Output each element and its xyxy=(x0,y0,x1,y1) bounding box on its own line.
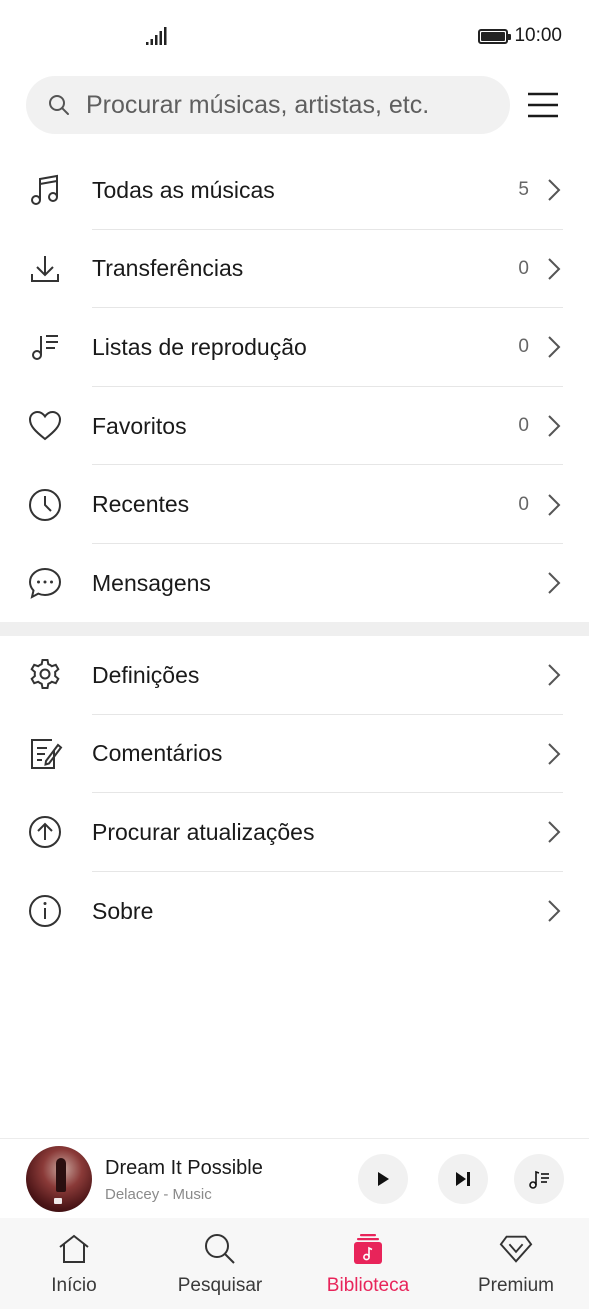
list-item-label: Procurar atualizações xyxy=(92,818,315,845)
search-placeholder: Procurar músicas, artistas, etc. xyxy=(86,90,430,119)
bottom-tab-bar: Início Pesquisar Biblioteca Premium xyxy=(0,1218,589,1309)
list-item-count: 5 xyxy=(518,179,529,201)
list-item-messages[interactable]: Mensagens xyxy=(0,544,589,623)
tab-label: Premium xyxy=(477,1275,554,1296)
list-item-label: Comentários xyxy=(92,740,223,767)
chevron-right-icon xyxy=(548,336,561,359)
tab-library[interactable]: Biblioteca xyxy=(318,1218,418,1309)
tab-home[interactable]: Início xyxy=(34,1218,114,1309)
queue-icon xyxy=(529,1170,549,1189)
status-bar: 10:00 xyxy=(0,0,589,72)
playlist-icon xyxy=(26,328,64,366)
list-item-check-updates[interactable]: Procurar atualizações xyxy=(0,793,589,872)
list-item-recent[interactable]: Recentes 0 xyxy=(0,465,589,544)
list-item-count: 0 xyxy=(518,415,529,437)
search-icon xyxy=(203,1232,237,1266)
tab-label: Pesquisar xyxy=(177,1275,263,1296)
search-icon xyxy=(49,95,69,115)
chevron-right-icon xyxy=(548,743,561,765)
next-button[interactable] xyxy=(438,1154,488,1204)
music-notes-icon xyxy=(26,171,64,209)
list-item-all-songs[interactable]: Todas as músicas 5 xyxy=(0,151,589,230)
library-icon xyxy=(351,1232,385,1266)
list-item-favorites[interactable]: Favoritos 0 xyxy=(0,387,589,466)
mini-player[interactable]: Dream It Possible Delacey - Music xyxy=(0,1138,589,1218)
heart-icon xyxy=(26,407,64,445)
queue-button[interactable] xyxy=(514,1154,564,1204)
list-item-count: 0 xyxy=(518,336,529,358)
chevron-right-icon xyxy=(548,900,561,922)
chevron-right-icon xyxy=(548,415,561,437)
list-item-settings[interactable]: Definições xyxy=(0,636,589,715)
play-icon xyxy=(378,1172,389,1186)
list-item-label: Recentes xyxy=(92,491,190,518)
list-item-downloads[interactable]: Transferências 0 xyxy=(0,230,589,309)
list-item-count: 0 xyxy=(518,493,529,515)
info-icon xyxy=(26,892,64,930)
clock-icon xyxy=(26,486,64,524)
download-icon xyxy=(26,250,64,288)
chevron-right-icon xyxy=(548,821,561,844)
list-item-count: 0 xyxy=(518,257,529,279)
chat-bubble-icon xyxy=(26,564,64,602)
chevron-right-icon xyxy=(548,664,561,687)
tab-search[interactable]: Pesquisar xyxy=(170,1218,270,1309)
tab-label: Biblioteca xyxy=(326,1275,410,1296)
library-list: Todas as músicas 5 Transferências 0 List… xyxy=(0,151,589,623)
skip-next-icon xyxy=(456,1172,470,1186)
gear-icon xyxy=(26,656,64,694)
chevron-right-icon xyxy=(548,258,561,280)
status-time: 10:00 xyxy=(514,25,562,46)
battery-status: 10:00 xyxy=(478,25,562,47)
list-item-label: Sobre xyxy=(92,897,154,924)
list-item-label: Listas de reprodução xyxy=(92,333,307,360)
chevron-right-icon xyxy=(548,493,561,516)
song-title: Dream It Possible xyxy=(105,1157,263,1179)
list-item-label: Favoritos xyxy=(92,412,187,439)
feedback-edit-icon xyxy=(26,735,64,773)
battery-icon xyxy=(478,28,512,44)
settings-list: Definições Comentários Procurar atualiza… xyxy=(0,636,589,950)
diamond-icon xyxy=(499,1232,533,1266)
tab-label: Início xyxy=(51,1275,97,1296)
signal-icon xyxy=(146,27,167,45)
section-divider xyxy=(0,622,589,636)
list-item-label: Definições xyxy=(92,661,200,688)
list-item-label: Mensagens xyxy=(92,569,211,596)
play-button[interactable] xyxy=(358,1154,408,1204)
tab-premium[interactable]: Premium xyxy=(466,1218,566,1309)
song-artist: Delacey - Music xyxy=(105,1186,212,1203)
chevron-right-icon xyxy=(548,179,561,202)
list-item-feedback[interactable]: Comentários xyxy=(0,715,589,794)
home-icon xyxy=(57,1232,91,1266)
list-item-label: Todas as músicas xyxy=(92,176,275,203)
menu-icon[interactable] xyxy=(528,92,558,118)
update-arrow-icon xyxy=(26,813,64,851)
list-item-about[interactable]: Sobre xyxy=(0,872,589,951)
chevron-right-icon xyxy=(548,572,561,594)
list-item-label: Transferências xyxy=(92,255,244,282)
search-input[interactable]: Procurar músicas, artistas, etc. xyxy=(26,76,510,134)
search-row: Procurar músicas, artistas, etc. xyxy=(26,76,566,134)
list-item-playlists[interactable]: Listas de reprodução 0 xyxy=(0,308,589,387)
album-art[interactable] xyxy=(26,1146,92,1212)
